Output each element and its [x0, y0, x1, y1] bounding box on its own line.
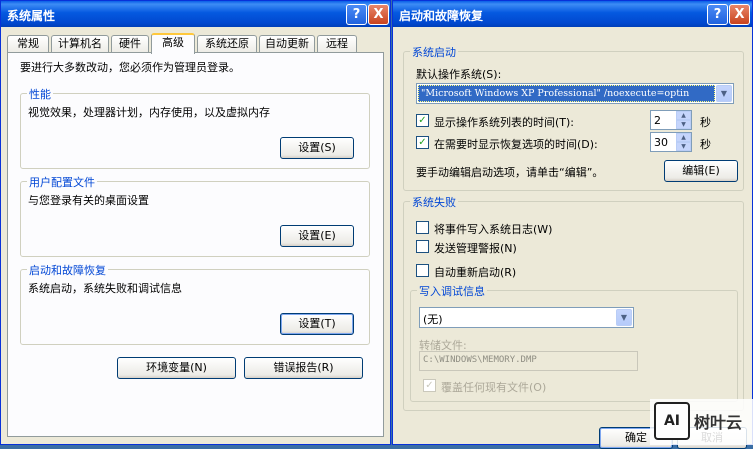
tab-general[interactable]: 常规 — [7, 35, 49, 53]
user-profiles-title: 用户配置文件 — [27, 174, 97, 190]
seconds-unit: 秒 — [700, 116, 711, 129]
system-failure-group: 系统失败 将事件写入系统日志(W) 发送管理警报(N) 自动重新启动(R) 写入… — [403, 194, 744, 411]
tab-computer-name[interactable]: 计算机名 — [51, 35, 109, 53]
system-startup-title: 系统启动 — [410, 44, 458, 60]
dump-file-input[interactable]: C:\WINDOWS\MEMORY.DMP — [419, 351, 638, 371]
close-button[interactable]: X — [729, 4, 750, 25]
performance-settings-button[interactable]: 设置(S) — [280, 137, 354, 159]
show-recovery-spinner[interactable]: 30 ▲ ▼ — [650, 132, 692, 152]
startup-desc: 系统启动，系统失败和调试信息 — [28, 282, 182, 295]
spinner-value: 2 — [654, 114, 661, 127]
watermark: AI 树叶云 — [650, 399, 753, 445]
tab-hardware[interactable]: 硬件 — [111, 35, 149, 53]
user-profiles-settings-button[interactable]: 设置(E) — [280, 225, 354, 247]
debug-info-title: 写入调试信息 — [417, 283, 487, 299]
auto-restart-label: 自动重新启动(R) — [434, 266, 517, 279]
window-title: 启动和故障恢复 — [399, 9, 484, 23]
tab-remote[interactable]: 远程 — [317, 35, 357, 53]
performance-desc: 视觉效果，处理器计划，内存使用，以及虚拟内存 — [28, 106, 270, 119]
watermark-logo: AI — [654, 402, 690, 440]
performance-group: 性能 视觉效果，处理器计划，内存使用，以及虚拟内存 设置(S) — [20, 86, 370, 169]
show-os-list-spinner[interactable]: 2 ▲ ▼ — [650, 110, 692, 130]
help-button[interactable]: ? — [707, 4, 728, 25]
tab-system-restore[interactable]: 系统还原 — [197, 35, 257, 53]
edit-button[interactable]: 编辑(E) — [664, 160, 738, 182]
seconds-unit: 秒 — [700, 138, 711, 151]
startup-settings-button[interactable]: 设置(T) — [280, 313, 354, 335]
chevron-down-icon[interactable]: ▼ — [716, 85, 732, 102]
watermark-text: 树叶云 — [694, 413, 743, 432]
show-os-list-checkbox[interactable]: ✓ — [416, 114, 429, 127]
error-report-button[interactable]: 错误报告(R) — [244, 357, 363, 379]
write-event-checkbox[interactable] — [416, 221, 429, 234]
system-startup-group: 系统启动 默认操作系统(S): "Microsoft Windows XP Pr… — [403, 44, 744, 191]
system-properties-window: 系统属性 ? X 常规 计算机名 硬件 高级 系统还原 自动更新 远程 要进行大… — [0, 0, 391, 445]
debug-info-value: (无) — [423, 313, 443, 326]
startup-title: 启动和故障恢复 — [27, 262, 108, 278]
show-recovery-label: 在需要时显示恢复选项的时间(D): — [434, 138, 598, 151]
edit-hint: 要手动编辑启动选项，请单击“编辑”。 — [416, 166, 604, 179]
spin-down-icon[interactable]: ▼ — [676, 120, 691, 129]
user-profiles-desc: 与您登录有关的桌面设置 — [28, 194, 149, 207]
advanced-tab-panel: 要进行大多数改动，您必须作为管理员登录。 性能 视觉效果，处理器计划，内存使用，… — [7, 52, 384, 437]
write-event-label: 将事件写入系统日志(W) — [434, 223, 553, 236]
debug-info-select[interactable]: (无) ▼ — [419, 307, 634, 328]
spinner-value: 30 — [654, 136, 668, 149]
chevron-down-icon[interactable]: ▼ — [616, 309, 632, 326]
close-button[interactable]: X — [368, 4, 389, 25]
overwrite-checkbox[interactable]: ✓ — [423, 379, 436, 392]
tab-advanced[interactable]: 高级 — [151, 33, 195, 54]
default-os-select[interactable]: "Microsoft Windows XP Professional" /noe… — [416, 83, 734, 104]
default-os-label: 默认操作系统(S): — [416, 68, 502, 81]
send-alert-label: 发送管理警报(N) — [434, 242, 517, 255]
auto-restart-checkbox[interactable] — [416, 264, 429, 277]
title-bar[interactable]: 启动和故障恢复 ? X — [393, 1, 752, 27]
startup-recovery-window: 启动和故障恢复 ? X 系统启动 默认操作系统(S): "Microsoft W… — [392, 0, 753, 449]
performance-title: 性能 — [27, 86, 53, 102]
help-button[interactable]: ? — [346, 4, 367, 25]
system-failure-title: 系统失败 — [410, 194, 458, 210]
send-alert-checkbox[interactable] — [416, 240, 429, 253]
window-title: 系统属性 — [7, 9, 56, 23]
spin-up-icon[interactable]: ▲ — [676, 133, 691, 142]
spin-up-icon[interactable]: ▲ — [676, 111, 691, 120]
show-os-list-label: 显示操作系统列表的时间(T): — [434, 116, 575, 129]
admin-note: 要进行大多数改动，您必须作为管理员登录。 — [20, 61, 240, 74]
user-profiles-group: 用户配置文件 与您登录有关的桌面设置 设置(E) — [20, 174, 370, 257]
show-recovery-checkbox[interactable]: ✓ — [416, 136, 429, 149]
default-os-value: "Microsoft Windows XP Professional" /noe… — [418, 85, 715, 102]
tab-auto-update[interactable]: 自动更新 — [259, 35, 315, 53]
environment-variables-button[interactable]: 环境变量(N) — [117, 357, 236, 379]
spin-down-icon[interactable]: ▼ — [676, 142, 691, 151]
title-bar[interactable]: 系统属性 ? X — [1, 1, 390, 27]
debug-info-group: 写入调试信息 (无) ▼ 转储文件: C:\WINDOWS\MEMORY.DMP… — [410, 283, 738, 402]
startup-group: 启动和故障恢复 系统启动，系统失败和调试信息 设置(T) — [20, 262, 370, 345]
overwrite-label: 覆盖任何现有文件(O) — [441, 381, 547, 394]
